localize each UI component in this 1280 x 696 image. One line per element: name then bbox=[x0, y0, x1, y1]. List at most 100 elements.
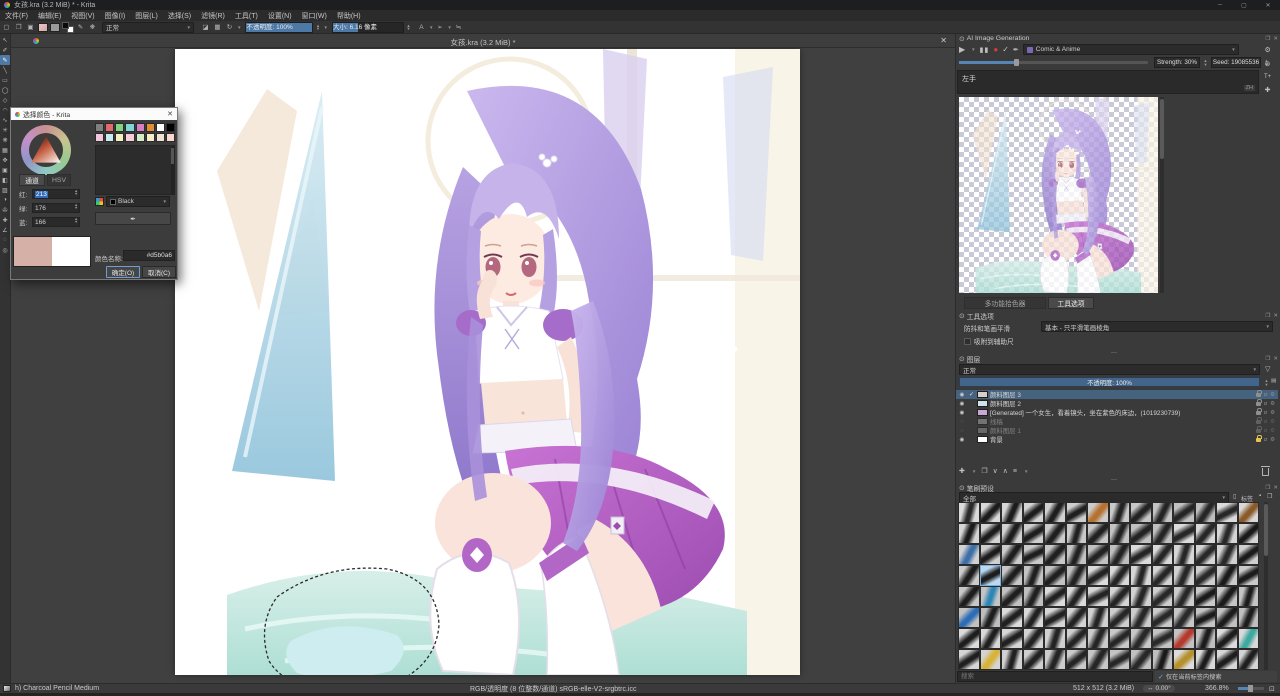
brush-thumb[interactable] bbox=[1023, 586, 1045, 607]
zoom-level[interactable]: 366.8% bbox=[1205, 685, 1229, 692]
tool-zoom[interactable]: ◎ bbox=[0, 245, 10, 255]
brush-thumb[interactable] bbox=[1216, 628, 1238, 649]
color-swatch[interactable] bbox=[125, 133, 134, 142]
layer-visibility-icon[interactable]: ◉ bbox=[958, 401, 966, 407]
brush-thumb[interactable] bbox=[1195, 544, 1217, 565]
layer-filter-icon[interactable]: ▽ bbox=[1265, 365, 1270, 373]
brush-thumb[interactable] bbox=[1023, 544, 1045, 565]
brush-thumb[interactable] bbox=[1044, 565, 1066, 586]
red-field[interactable]: 213▲▼ bbox=[32, 189, 80, 199]
canvas-rotation[interactable]: ↔ 0.00° bbox=[1143, 685, 1175, 692]
brush-thumb[interactable] bbox=[980, 628, 1002, 649]
chevron-down-icon[interactable]: ▼ bbox=[237, 25, 241, 30]
layer-visibility-icon[interactable]: ◌ bbox=[958, 419, 966, 425]
size-spinner[interactable]: ▲▼ bbox=[405, 22, 412, 33]
view-details-icon[interactable]: ❐ bbox=[1267, 493, 1272, 500]
tool-assistants[interactable]: ✚ bbox=[0, 215, 10, 225]
brush-thumb[interactable] bbox=[1152, 628, 1174, 649]
layer-visibility-icon[interactable]: ◉ bbox=[958, 410, 966, 416]
palette-combo[interactable]: Black▼ bbox=[106, 196, 170, 207]
close-docker-icon[interactable]: ✕ bbox=[1273, 36, 1278, 42]
color-swatch[interactable] bbox=[166, 123, 175, 132]
close-docker-icon[interactable]: ✕ bbox=[1273, 356, 1278, 362]
collapse-icon[interactable]: ⊙ bbox=[959, 355, 965, 363]
duplicate-layer-icon[interactable]: ❐ bbox=[981, 467, 987, 475]
layer-row[interactable]: ◉背景α⚙ bbox=[956, 435, 1278, 444]
brush-thumb[interactable] bbox=[1066, 523, 1088, 544]
brush-thumb[interactable] bbox=[1044, 523, 1066, 544]
layer-props[interactable]: α⚙ bbox=[1256, 392, 1275, 398]
brush-thumb[interactable] bbox=[1195, 628, 1217, 649]
brush-thumb[interactable] bbox=[1087, 586, 1109, 607]
new-document-icon[interactable]: ▢ bbox=[1, 22, 12, 33]
layer-props[interactable]: α⚙ bbox=[1256, 419, 1275, 425]
layer-row[interactable]: ◉✓颜料图层 3α⚙ bbox=[956, 390, 1278, 399]
brush-thumb[interactable] bbox=[980, 502, 1002, 523]
layer-row[interactable]: ◉[Generated] 一个女生，看着镜头，坐在紫色的床边，(10192307… bbox=[956, 408, 1278, 417]
brush-thumb[interactable] bbox=[1152, 649, 1174, 670]
color-swatch[interactable] bbox=[115, 123, 124, 132]
brush-thumb[interactable] bbox=[1109, 628, 1131, 649]
accept-icon[interactable]: ✓ bbox=[1002, 45, 1009, 54]
brush-thumb[interactable] bbox=[1238, 628, 1260, 649]
layer-row[interactable]: ◌线稿α⚙ bbox=[956, 417, 1278, 426]
brush-thumb[interactable] bbox=[1130, 628, 1152, 649]
add-text-icon[interactable]: T+ bbox=[1264, 74, 1271, 80]
add-layer-icon[interactable]: ✚ bbox=[959, 467, 965, 475]
pattern-chooser[interactable] bbox=[50, 23, 60, 32]
pause-icon[interactable]: ▮▮ bbox=[980, 46, 990, 54]
menu-select[interactable]: 选择(S) bbox=[163, 11, 196, 21]
brush-thumb[interactable] bbox=[1152, 586, 1174, 607]
current-brush-name[interactable]: h) Charcoal Pencil Medium bbox=[15, 685, 99, 692]
brush-thumb[interactable] bbox=[958, 523, 980, 544]
brush-thumb[interactable] bbox=[1109, 544, 1131, 565]
layer-row[interactable]: ◉颜料图层 2α⚙ bbox=[956, 399, 1278, 408]
brush-thumb[interactable] bbox=[980, 586, 1002, 607]
layer-visibility-icon[interactable]: ◉ bbox=[958, 392, 966, 398]
brush-thumb[interactable] bbox=[1130, 502, 1152, 523]
preserve-alpha-icon[interactable]: ▦ bbox=[212, 22, 223, 33]
brush-thumb[interactable] bbox=[1173, 628, 1195, 649]
brush-thumb[interactable] bbox=[1087, 565, 1109, 586]
brush-thumb[interactable] bbox=[1001, 628, 1023, 649]
tool-polyline[interactable]: ◠ bbox=[0, 105, 10, 115]
layer-props[interactable]: α⚙ bbox=[1256, 410, 1275, 416]
close-docker-icon[interactable]: ✕ bbox=[1273, 485, 1278, 491]
brush-thumb[interactable] bbox=[1044, 628, 1066, 649]
color-swatch[interactable] bbox=[105, 133, 114, 142]
brush-thumb[interactable] bbox=[958, 607, 980, 628]
brush-thumb[interactable] bbox=[980, 649, 1002, 670]
brush-thumb[interactable] bbox=[1023, 565, 1045, 586]
brush-thumb[interactable] bbox=[958, 544, 980, 565]
dialog-close-icon[interactable]: ✕ bbox=[167, 110, 173, 118]
brush-thumb[interactable] bbox=[1173, 649, 1195, 670]
color-name-value[interactable]: #d5b0a6 bbox=[123, 250, 175, 261]
tool-polygon[interactable]: ◇ bbox=[0, 95, 10, 105]
tab-channels[interactable]: 通道 bbox=[19, 174, 45, 186]
brush-thumb[interactable] bbox=[1216, 523, 1238, 544]
layer-properties-icon[interactable]: ≡ bbox=[1013, 468, 1017, 475]
delete-layer-icon[interactable] bbox=[1262, 468, 1269, 476]
chevron-down-icon[interactable]: ▼ bbox=[971, 47, 975, 52]
tool-pattern[interactable]: ▨ bbox=[0, 185, 10, 195]
eyedropper-button[interactable]: ✒ bbox=[95, 212, 171, 225]
brush-thumb[interactable] bbox=[958, 649, 980, 670]
palette-icon[interactable] bbox=[95, 197, 104, 206]
tool-dynamic-brush[interactable]: ✳ bbox=[0, 125, 10, 135]
brush-thumb[interactable] bbox=[1023, 502, 1045, 523]
search-scope-toggle[interactable]: ✓ 仅在当前标签内搜索 bbox=[1155, 671, 1277, 682]
menu-file[interactable]: 文件(F) bbox=[0, 11, 33, 21]
chevron-down-icon[interactable]: ▼ bbox=[429, 25, 433, 30]
opacity-spinner[interactable]: ▲▼ bbox=[314, 22, 321, 33]
float-docker-icon[interactable]: ❐ bbox=[1265, 313, 1270, 319]
brush-thumb[interactable] bbox=[1216, 544, 1238, 565]
gradient-chooser[interactable] bbox=[38, 23, 48, 32]
tool-select-shapes[interactable]: ↖ bbox=[0, 35, 10, 45]
brush-thumb[interactable] bbox=[1066, 607, 1088, 628]
layer-options-icon[interactable]: ▤ bbox=[1271, 378, 1276, 384]
brush-thumb[interactable] bbox=[1238, 502, 1260, 523]
menu-tools[interactable]: 工具(T) bbox=[230, 11, 263, 21]
brush-thumb[interactable] bbox=[1023, 607, 1045, 628]
brush-thumb[interactable] bbox=[1152, 607, 1174, 628]
layer-row[interactable]: ◌颜料图层 1α⚙ bbox=[956, 426, 1278, 435]
